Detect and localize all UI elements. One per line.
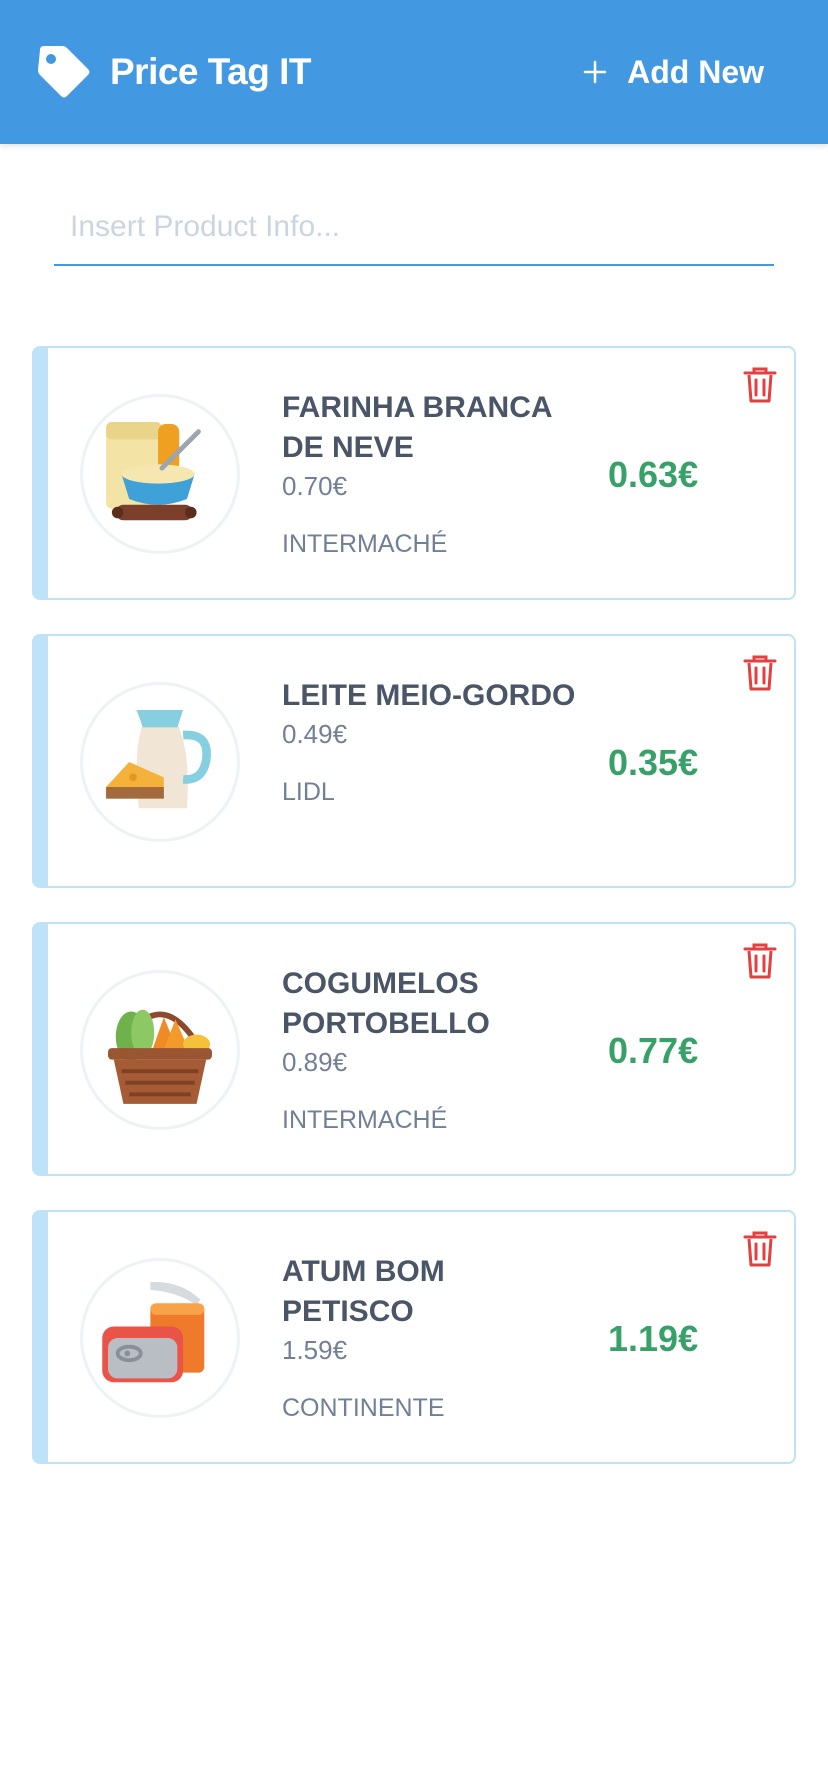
- product-info: LEITE MEIO-GORDO 0.49€ LIDL: [282, 676, 582, 810]
- add-new-label: Add New: [627, 53, 764, 90]
- product-image: [80, 394, 240, 554]
- delete-button[interactable]: [742, 942, 778, 980]
- app-header: Price Tag IT Add New: [0, 0, 828, 144]
- product-new-price: 0.77€: [608, 1030, 699, 1071]
- trash-icon: [743, 367, 777, 403]
- product-card: LEITE MEIO-GORDO 0.49€ LIDL 0.35€: [32, 634, 796, 888]
- product-name: LEITE MEIO-GORDO: [282, 679, 576, 712]
- delete-button[interactable]: [742, 366, 778, 404]
- brand: Price Tag IT: [36, 44, 312, 100]
- product-store: INTERMACHÉ: [282, 1106, 448, 1134]
- product-store: CONTINENTE: [282, 1394, 445, 1422]
- product-name: FARINHA BRANCA DE NEVE: [282, 391, 552, 464]
- trash-icon: [743, 655, 777, 691]
- product-info-input[interactable]: [54, 190, 774, 266]
- trash-icon: [743, 1231, 777, 1267]
- delete-button[interactable]: [742, 654, 778, 692]
- product-info: FARINHA BRANCA DE NEVE 0.70€ INTERMACHÉ: [282, 388, 582, 562]
- product-info: ATUM BOM PETISCO 1.59€ CONTINENTE: [282, 1252, 582, 1426]
- product-new-price: 0.35€: [608, 742, 699, 783]
- product-old-price: 0.89€: [282, 1047, 348, 1077]
- tag-icon: [38, 46, 90, 98]
- product-image: [80, 970, 240, 1130]
- product-image: [80, 682, 240, 842]
- trash-icon: [743, 943, 777, 979]
- product-name: ATUM BOM PETISCO: [282, 1255, 445, 1328]
- product-old-price: 0.49€: [282, 719, 348, 749]
- add-new-button[interactable]: Add New: [583, 44, 764, 100]
- product-list: FARINHA BRANCA DE NEVE 0.70€ INTERMACHÉ …: [32, 346, 796, 1498]
- product-old-price: 0.70€: [282, 471, 348, 501]
- product-store: LIDL: [282, 778, 335, 806]
- product-new-price: 0.63€: [608, 454, 699, 495]
- delete-button[interactable]: [742, 1230, 778, 1268]
- plus-icon: [583, 60, 607, 84]
- canned-food-icon: [102, 1282, 205, 1383]
- product-card: ATUM BOM PETISCO 1.59€ CONTINENTE 1.19€: [32, 1210, 796, 1464]
- baking-bowl-icon: [106, 422, 201, 521]
- product-old-price: 1.59€: [282, 1335, 348, 1365]
- product-name: COGUMELOS PORTOBELLO: [282, 967, 490, 1040]
- product-store: INTERMACHÉ: [282, 530, 448, 558]
- product-info: COGUMELOS PORTOBELLO 0.89€ INTERMACHÉ: [282, 964, 582, 1138]
- product-new-price: 1.19€: [608, 1318, 699, 1359]
- search-bar: [54, 190, 774, 266]
- vegetable-basket-icon: [108, 1009, 212, 1104]
- product-card: FARINHA BRANCA DE NEVE 0.70€ INTERMACHÉ …: [32, 346, 796, 600]
- milk-cheese-icon: [106, 710, 212, 809]
- product-card: COGUMELOS PORTOBELLO 0.89€ INTERMACHÉ 0.…: [32, 922, 796, 1176]
- app-title: Price Tag IT: [110, 51, 312, 92]
- product-image: [80, 1258, 240, 1418]
